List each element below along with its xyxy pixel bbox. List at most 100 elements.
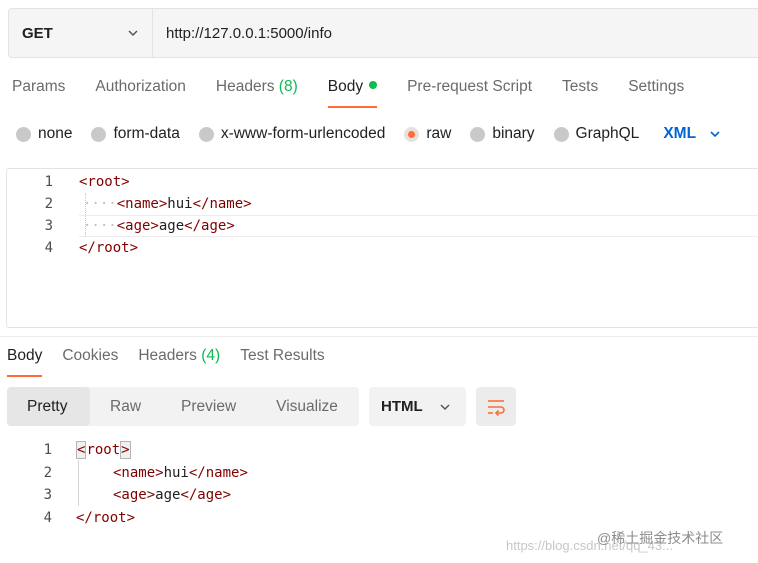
radio-none[interactable]: none xyxy=(16,125,72,143)
tab-authorization[interactable]: Authorization xyxy=(95,78,185,108)
raw-format-select[interactable]: XML xyxy=(663,125,722,143)
radio-icon xyxy=(198,126,214,142)
tab-label: Test Results xyxy=(240,347,325,364)
radio-icon xyxy=(553,126,569,142)
radio-selected-icon xyxy=(404,126,420,142)
bracket-match-highlight: > xyxy=(120,441,131,459)
line-number: 4 xyxy=(44,240,53,256)
chevron-down-icon xyxy=(440,403,450,410)
response-format-label: HTML xyxy=(381,398,423,415)
view-visualize-button[interactable]: Visualize xyxy=(256,387,358,426)
xml-tag: </name> xyxy=(192,196,252,212)
code-line: 2 ····<name>hui</name> xyxy=(7,193,758,215)
body-type-selector: none form-data x-www-form-urlencoded raw… xyxy=(16,122,722,146)
view-preview-button[interactable]: Preview xyxy=(161,387,256,426)
raw-format-label: XML xyxy=(663,125,697,142)
tab-label: Headers xyxy=(215,78,275,95)
line-number: 2 xyxy=(44,196,53,212)
code-line: 3 <age>age</age> xyxy=(6,484,758,506)
tab-headers[interactable]: Headers (8) xyxy=(216,78,298,108)
tab-label: Authorization xyxy=(95,78,186,95)
tab-label: Headers xyxy=(138,347,197,364)
xml-tag: <name> xyxy=(116,196,168,212)
radio-urlencoded[interactable]: x-www-form-urlencoded xyxy=(198,125,386,143)
xml-tag: <root> xyxy=(79,174,130,190)
radio-graphql[interactable]: GraphQL xyxy=(553,125,640,143)
root-open-tag: <root> xyxy=(76,441,131,459)
view-pretty-button[interactable]: Pretty xyxy=(7,387,90,426)
chevron-down-icon xyxy=(710,131,720,138)
radio-form-data[interactable]: form-data xyxy=(91,125,180,143)
section-divider xyxy=(0,336,758,337)
tab-settings[interactable]: Settings xyxy=(628,78,684,108)
xml-tag: </age> xyxy=(184,218,235,234)
radio-label: raw xyxy=(426,125,452,142)
response-view-modes: Pretty Raw Preview Visualize xyxy=(7,387,359,426)
tab-label: Body xyxy=(327,78,364,95)
xml-tag: <age> xyxy=(116,218,159,234)
view-label: Pretty xyxy=(27,397,68,415)
method-select[interactable]: GET xyxy=(9,9,153,57)
tab-test-results[interactable]: Test Results xyxy=(240,347,324,377)
tab-cookies[interactable]: Cookies xyxy=(62,347,118,377)
tab-label: Body xyxy=(7,347,43,364)
tab-pre-request-script[interactable]: Pre-request Script xyxy=(407,78,532,108)
xml-text: hui xyxy=(167,196,193,212)
tab-label: Settings xyxy=(628,78,685,95)
view-label: Preview xyxy=(181,397,237,415)
xml-tag: <age> xyxy=(113,487,156,503)
wrap-lines-button[interactable] xyxy=(476,387,516,426)
tab-response-headers[interactable]: Headers (4) xyxy=(138,347,220,377)
code-line: 2 <name>hui</name> xyxy=(6,462,758,484)
line-number: 2 xyxy=(43,465,52,481)
code-line: 1 <root> xyxy=(6,439,758,461)
code-line: 3 ····<age>age</age> xyxy=(7,215,758,237)
xml-text: age xyxy=(158,218,185,234)
request-body-editor[interactable]: 1 <root> 2 ····<name>hui</name> 3 ····<a… xyxy=(6,168,758,328)
tab-label: Params xyxy=(12,78,66,95)
line-number: 1 xyxy=(44,174,53,190)
radio-label: x-www-form-urlencoded xyxy=(220,125,386,142)
xml-tag: </root> xyxy=(76,510,136,526)
code-line: 4 </root> xyxy=(6,507,758,529)
response-format-select[interactable]: HTML xyxy=(369,387,466,426)
radio-icon xyxy=(91,126,107,142)
line-number: 1 xyxy=(43,442,52,458)
watermark-brand: @稀土掘金技术社区 xyxy=(597,530,724,546)
radio-binary[interactable]: binary xyxy=(470,125,535,143)
xml-tag: </name> xyxy=(188,465,248,481)
radio-raw[interactable]: raw xyxy=(404,125,451,143)
radio-label: GraphQL xyxy=(575,125,640,142)
radio-icon xyxy=(470,126,486,142)
whitespace-marker: ···· xyxy=(83,218,117,234)
tab-label: Tests xyxy=(562,78,599,95)
method-label: GET xyxy=(22,24,53,42)
body-indicator-dot xyxy=(369,81,378,89)
code-line: 4 </root> xyxy=(7,237,758,259)
xml-text: age xyxy=(155,487,181,503)
url-bar: GET http://127.0.0.1:5000/info xyxy=(8,8,758,58)
headers-count: (4) xyxy=(201,347,221,364)
view-label: Visualize xyxy=(276,397,338,415)
line-number: 3 xyxy=(43,487,52,503)
chevron-down-icon xyxy=(128,30,138,37)
response-tabs: Body Cookies Headers (4) Test Results xyxy=(7,347,345,377)
url-text: http://127.0.0.1:5000/info xyxy=(166,24,332,42)
xml-tag: <root> xyxy=(76,441,131,459)
radio-label: form-data xyxy=(113,125,180,142)
radio-label: binary xyxy=(492,125,535,142)
request-tabs: Params Authorization Headers (8) Body Pr… xyxy=(12,78,714,110)
url-input[interactable]: http://127.0.0.1:5000/info xyxy=(153,9,758,57)
whitespace-marker: ···· xyxy=(83,196,117,212)
tab-response-body[interactable]: Body xyxy=(7,347,43,377)
view-raw-button[interactable]: Raw xyxy=(90,387,161,426)
tab-tests[interactable]: Tests xyxy=(562,78,598,108)
wrap-lines-icon xyxy=(488,399,505,416)
view-label: Raw xyxy=(110,397,142,415)
xml-tag: </age> xyxy=(180,487,232,503)
tab-label: Cookies xyxy=(62,347,119,364)
tab-body[interactable]: Body xyxy=(327,78,378,108)
code-line: 1 <root> xyxy=(7,171,758,193)
radio-icon xyxy=(16,126,31,142)
tab-params[interactable]: Params xyxy=(12,78,65,108)
